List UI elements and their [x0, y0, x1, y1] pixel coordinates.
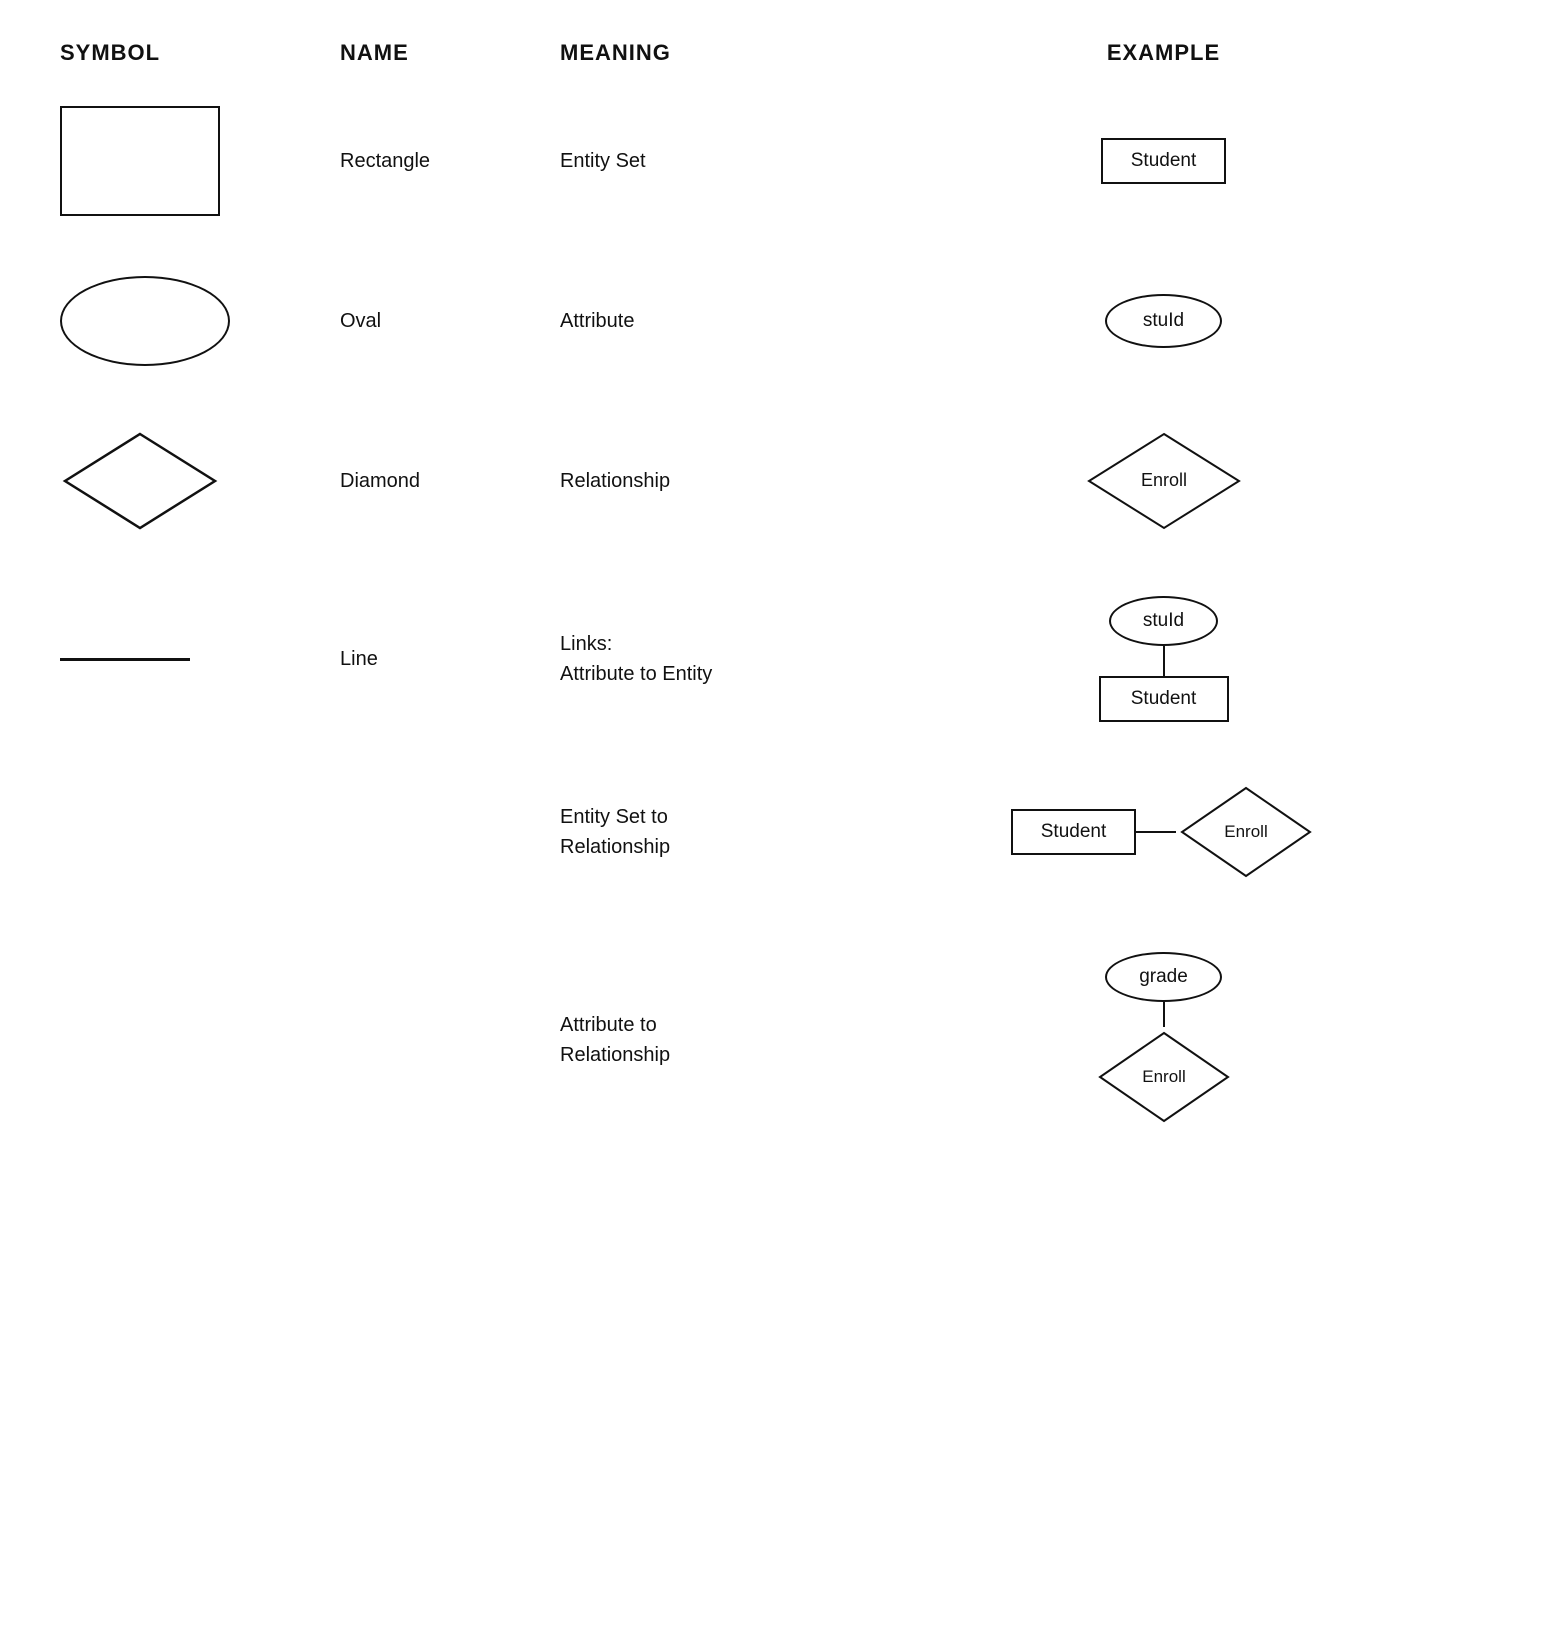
meaning-line: Links: Attribute to Entity [560, 629, 840, 689]
meaning-attr-rel-line1: Attribute to [560, 1014, 657, 1036]
example-line: stuId Student [840, 596, 1487, 722]
example-rect-label: Student [1131, 150, 1197, 172]
name-line: Line [340, 648, 560, 671]
example-rect-box: Student [1101, 138, 1227, 184]
symbol-rectangle [60, 106, 340, 216]
example-entity-rel: Student Enroll [840, 782, 1487, 882]
example-diamond-shape: Enroll [1084, 426, 1244, 536]
line-ex-bottom-label: Student [1131, 688, 1197, 710]
name-oval: Oval [340, 310, 560, 333]
symbol-oval [60, 276, 340, 366]
example-diamond: Enroll [840, 426, 1487, 536]
oval-shape [60, 276, 230, 366]
attr-rel-diamond: Enroll [1094, 1027, 1234, 1127]
row-attr-rel: Attribute to Relationship grade Enroll [60, 952, 1487, 1127]
meaning-line1: Links: [560, 633, 612, 655]
row-oval: Oval Attribute stuId [60, 276, 1487, 366]
meaning-attr-rel-line2: Relationship [560, 1044, 670, 1066]
row-entity-set-rel: Entity Set to Relationship Student Enrol… [60, 782, 1487, 882]
meaning-rectangle: Entity Set [560, 150, 840, 173]
entity-rel-diamond: Enroll [1176, 782, 1316, 882]
entity-rel-connector [1136, 831, 1176, 833]
line-ex-rect: Student [1099, 676, 1229, 722]
name-rectangle: Rectangle [340, 150, 560, 173]
row-rectangle: Rectangle Entity Set Student [60, 106, 1487, 216]
line-shape [60, 658, 190, 661]
line-ex-top-label: stuId [1143, 610, 1184, 632]
attr-rel-connector [1163, 1002, 1165, 1027]
line-ex-connector [1163, 646, 1165, 676]
example-oval-shape: stuId [1105, 294, 1222, 348]
example-oval: stuId [840, 294, 1487, 348]
example-attr-rel: grade Enroll [840, 952, 1487, 1127]
name-diamond: Diamond [340, 470, 560, 493]
header-example: EXAMPLE [840, 40, 1487, 66]
svg-text:Enroll: Enroll [1140, 470, 1186, 490]
attr-rel-top-label: grade [1139, 966, 1188, 988]
header-symbol: SYMBOL [60, 40, 340, 66]
meaning-oval: Attribute [560, 310, 840, 333]
symbol-diamond [60, 426, 340, 536]
svg-text:Enroll: Enroll [1142, 1067, 1185, 1086]
line-linked-example: stuId Student [1099, 596, 1229, 722]
rectangle-shape [60, 106, 220, 216]
meaning-attr-rel: Attribute to Relationship [560, 1010, 840, 1070]
entity-rel-diagram: Student Enroll [1011, 782, 1317, 882]
meaning-line2: Attribute to Entity [560, 663, 712, 685]
meaning-diamond: Relationship [560, 470, 840, 493]
attr-rel-diagram: grade Enroll [1094, 952, 1234, 1127]
attr-rel-oval: grade [1105, 952, 1222, 1002]
line-ex-oval: stuId [1109, 596, 1218, 646]
svg-text:Enroll: Enroll [1225, 822, 1268, 841]
row-line: Line Links: Attribute to Entity stuId St… [60, 596, 1487, 722]
meaning-entity-rel-line1: Entity Set to [560, 806, 668, 828]
row-diamond: Diamond Relationship Enroll [60, 426, 1487, 536]
meaning-entity-rel-line2: Relationship [560, 836, 670, 858]
diamond-shape [60, 426, 220, 536]
header-name: NAME [340, 40, 560, 66]
table-header: SYMBOL NAME MEANING EXAMPLE [60, 40, 1487, 76]
meaning-entity-rel: Entity Set to Relationship [560, 802, 840, 862]
header-meaning: MEANING [560, 40, 840, 66]
entity-rel-left-label: Student [1041, 821, 1107, 843]
symbol-line [60, 658, 340, 661]
entity-rel-rect: Student [1011, 809, 1137, 855]
example-oval-label: stuId [1143, 310, 1184, 332]
example-rectangle: Student [840, 138, 1487, 184]
